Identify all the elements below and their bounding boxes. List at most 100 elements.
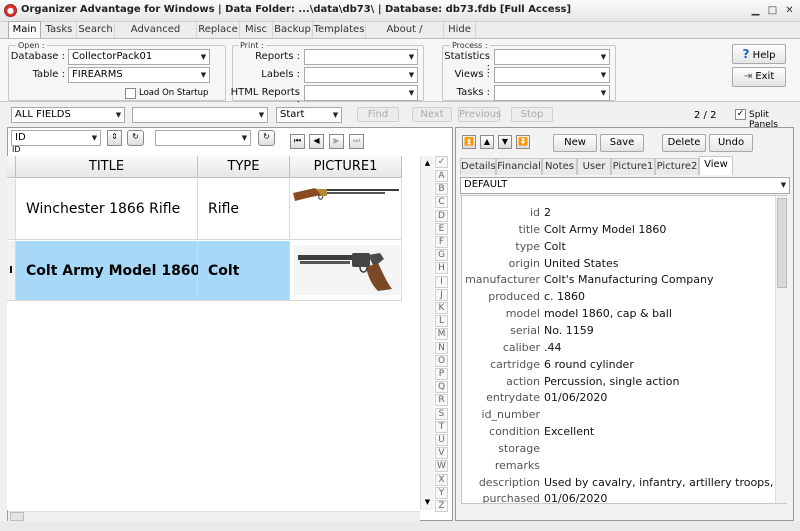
alpha-s-button[interactable]: S	[435, 407, 448, 420]
tab-about-upgrade[interactable]: About / Upgrade	[366, 22, 444, 50]
refresh-filter-icon[interactable]: ↻	[258, 130, 275, 146]
maximize-icon[interactable]: □	[765, 4, 780, 18]
field-value[interactable]: Used by cavalry, infantry, artillery tro…	[544, 474, 786, 491]
field-value[interactable]: Colt	[544, 238, 566, 255]
tab-financial[interactable]: Financial	[496, 158, 542, 175]
tab-hide[interactable]: Hide	[444, 22, 476, 38]
last-record-icon[interactable]: ⏭	[349, 134, 364, 149]
alpha-n-button[interactable]: N	[435, 341, 448, 354]
field-value[interactable]: Colt's Manufacturing Company	[544, 271, 714, 288]
tab-details[interactable]: Details	[460, 158, 496, 175]
alpha-m-button[interactable]: M	[435, 328, 448, 341]
move-up-icon[interactable]: ▲	[480, 135, 494, 149]
alpha-x-button[interactable]: X	[435, 473, 448, 486]
field-value[interactable]: 01/06/2020	[544, 490, 607, 503]
alpha-k-button[interactable]: K	[435, 302, 448, 314]
alpha-v-button[interactable]: V	[435, 447, 448, 460]
html-reports-select[interactable]: ▼	[304, 85, 418, 101]
tab-tasks[interactable]: Tasks	[42, 22, 77, 38]
alpha-b-button[interactable]: B	[435, 183, 448, 196]
tab-search[interactable]: Search	[77, 22, 115, 38]
alpha-j-button[interactable]: J	[435, 288, 448, 301]
field-value[interactable]: 01/06/2020	[544, 389, 607, 406]
views-select[interactable]: ▼	[494, 67, 610, 83]
table-select[interactable]: FIREARMS ▼	[68, 67, 210, 83]
filter-select[interactable]: ▼	[155, 130, 251, 146]
alpha-r-button[interactable]: R	[435, 394, 448, 407]
statistics-select[interactable]: ▼	[494, 49, 610, 65]
field-value[interactable]: model 1860, cap & ball	[544, 305, 672, 322]
move-first-icon[interactable]: ⏫	[462, 135, 476, 149]
detail-scrollbar[interactable]	[775, 196, 787, 503]
alpha-i-button[interactable]: I	[435, 275, 448, 288]
sort-direction-icon[interactable]: ⇕	[107, 130, 122, 146]
tab-main[interactable]: Main	[8, 21, 41, 39]
alpha-y-button[interactable]: Y	[435, 486, 448, 499]
field-value[interactable]: Excellent	[544, 423, 594, 440]
new-button[interactable]: New	[553, 134, 597, 152]
field-value[interactable]: United States	[544, 255, 619, 272]
scroll-up-icon[interactable]: ▲	[422, 157, 433, 169]
alpha-z-button[interactable]: Z	[435, 500, 448, 512]
split-panels-checkbox[interactable]: ✓	[735, 109, 746, 120]
move-last-icon[interactable]: ⏬	[516, 135, 530, 149]
minimize-icon[interactable]: ▁	[748, 4, 763, 18]
field-value[interactable]: No. 1159	[544, 322, 594, 339]
tab-notes[interactable]: Notes	[542, 158, 577, 175]
grid-horizontal-scrollbar[interactable]	[8, 511, 420, 521]
alpha-t-button[interactable]: T	[435, 420, 448, 433]
move-down-icon[interactable]: ▼	[498, 135, 512, 149]
tab-replace[interactable]: Replace	[197, 22, 240, 38]
previous-record-icon[interactable]: ◀	[309, 134, 324, 149]
tab-picture1[interactable]: Picture1	[611, 158, 655, 175]
undo-button[interactable]: Undo	[709, 134, 753, 152]
sort-field-select[interactable]: ID ▼	[11, 130, 101, 146]
scroll-down-icon[interactable]: ▼	[422, 496, 433, 508]
alpha-a-button[interactable]: A	[435, 170, 448, 182]
tab-view[interactable]: View	[699, 156, 733, 175]
search-mode-select[interactable]: Start ▼	[276, 107, 342, 123]
field-value[interactable]: Colt Army Model 1860	[544, 221, 666, 238]
tab-templates[interactable]: Templates	[313, 22, 366, 38]
tasks-select[interactable]: ▼	[494, 85, 610, 101]
column-header-picture1[interactable]: PICTURE1	[290, 156, 402, 178]
tab-misc[interactable]: Misc	[240, 22, 273, 38]
alpha-q-button[interactable]: Q	[435, 381, 448, 394]
column-header-title[interactable]: TITLE	[16, 156, 198, 178]
cell-title[interactable]: Winchester 1866 Rifle	[16, 179, 198, 240]
exit-button[interactable]: ⇥ Exit	[732, 67, 786, 87]
search-text-input[interactable]: ▼	[132, 107, 268, 123]
alpha-h-button[interactable]: H	[435, 262, 448, 275]
view-select[interactable]: DEFAULT ▼	[460, 177, 790, 194]
cell-picture1[interactable]	[290, 241, 402, 301]
alpha-e-button[interactable]: E	[435, 222, 448, 235]
search-field-select[interactable]: ALL FIELDS ▼	[11, 107, 125, 123]
field-value[interactable]: 2	[544, 204, 551, 221]
alpha-d-button[interactable]: D	[435, 209, 448, 222]
next-record-icon[interactable]: ▶	[329, 134, 344, 149]
cell-type[interactable]: Rifle	[198, 179, 290, 240]
stop-button[interactable]: Stop	[511, 107, 553, 122]
tab-user[interactable]: User	[577, 158, 611, 175]
alpha-f-button[interactable]: F	[435, 236, 448, 248]
alpha-g-button[interactable]: G	[435, 249, 448, 262]
column-header-type[interactable]: TYPE	[198, 156, 290, 178]
tab-backup[interactable]: Backup	[273, 22, 313, 38]
cell-type[interactable]: Colt	[198, 241, 290, 301]
database-select[interactable]: CollectorPack01 ▼	[68, 49, 210, 65]
alpha-l-button[interactable]: L	[435, 315, 448, 328]
save-button[interactable]: Save	[600, 134, 644, 152]
alpha-u-button[interactable]: U	[435, 434, 448, 446]
field-value[interactable]: 6 round cylinder	[544, 356, 634, 373]
scroll-thumb[interactable]	[10, 512, 24, 521]
tab-picture2[interactable]: Picture2	[655, 158, 699, 175]
cell-picture1[interactable]	[290, 179, 402, 240]
reports-select[interactable]: ▼	[304, 49, 418, 65]
cell-title[interactable]: Colt Army Model 1860	[16, 241, 200, 301]
refresh-icon[interactable]: ↻	[127, 130, 144, 146]
field-value[interactable]: Percussion, single action	[544, 373, 679, 390]
help-button[interactable]: ? Help	[732, 44, 786, 64]
tab-advanced-search[interactable]: Advanced Search	[115, 22, 197, 50]
delete-button[interactable]: Delete	[662, 134, 706, 152]
load-on-startup-checkbox[interactable]	[125, 88, 136, 99]
